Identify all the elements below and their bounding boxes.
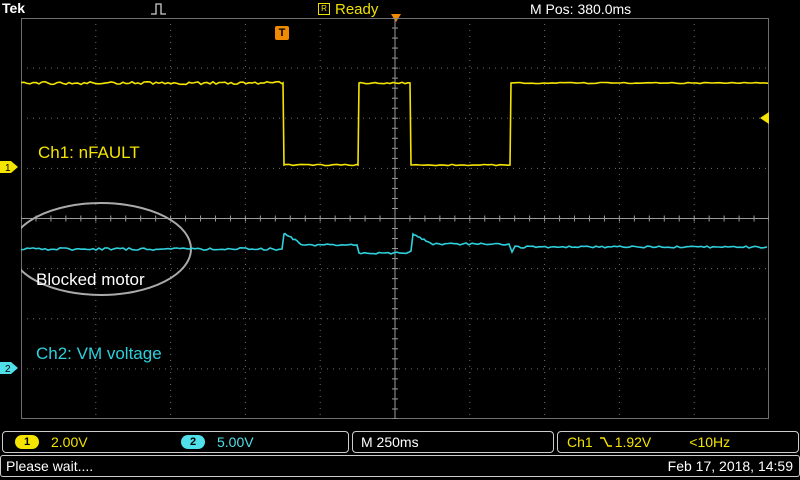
- brand-logo: Tek: [2, 0, 25, 16]
- ch1-ground-marker[interactable]: 1: [0, 161, 18, 173]
- ch2-waveform: [21, 234, 767, 254]
- trigger-level: 1.92V: [615, 434, 652, 450]
- timebase-panel[interactable]: M 250ms: [352, 431, 554, 453]
- pulse-edge-icon: [150, 2, 172, 16]
- date-time: Feb 17, 2018, 14:59: [668, 458, 793, 474]
- blocked-motor-annotation: Blocked motor: [36, 270, 145, 290]
- ch2-annotation: Ch2: VM voltage: [36, 344, 162, 364]
- svg-text:1: 1: [5, 163, 11, 173]
- falling-edge-icon: [599, 435, 613, 449]
- ch2-badge: 2: [181, 435, 205, 449]
- svg-text:2: 2: [5, 364, 11, 374]
- ch1-badge: 1: [15, 435, 39, 449]
- ch1-scale: 2.00V: [51, 434, 181, 450]
- ch1-annotation: Ch1: nFAULT: [38, 143, 140, 163]
- trigger-panel[interactable]: Ch1 1.92V <10Hz: [557, 431, 799, 453]
- vertical-scale-panel[interactable]: 1 2.00V 2 5.00V: [2, 431, 349, 453]
- trigger-frequency: <10Hz: [689, 434, 730, 450]
- ready-icon: R: [318, 3, 330, 15]
- status-text: Ready: [335, 1, 378, 18]
- ch2-ground-marker[interactable]: 2: [0, 362, 18, 374]
- acquisition-status: R Ready: [318, 0, 378, 18]
- trigger-level-marker-icon[interactable]: [760, 112, 769, 124]
- message-bar: Please wait.... Feb 17, 2018, 14:59: [0, 455, 800, 477]
- status-message: Please wait....: [6, 458, 93, 474]
- trigger-source: Ch1: [567, 434, 593, 450]
- ch2-scale: 5.00V: [217, 434, 254, 450]
- readout-bar: 1 2.00V 2 5.00V M 250ms Ch1 1.92V <10Hz: [0, 431, 800, 453]
- horizontal-position: M Pos: 380.0ms: [530, 1, 631, 17]
- timebase: M 250ms: [361, 434, 419, 450]
